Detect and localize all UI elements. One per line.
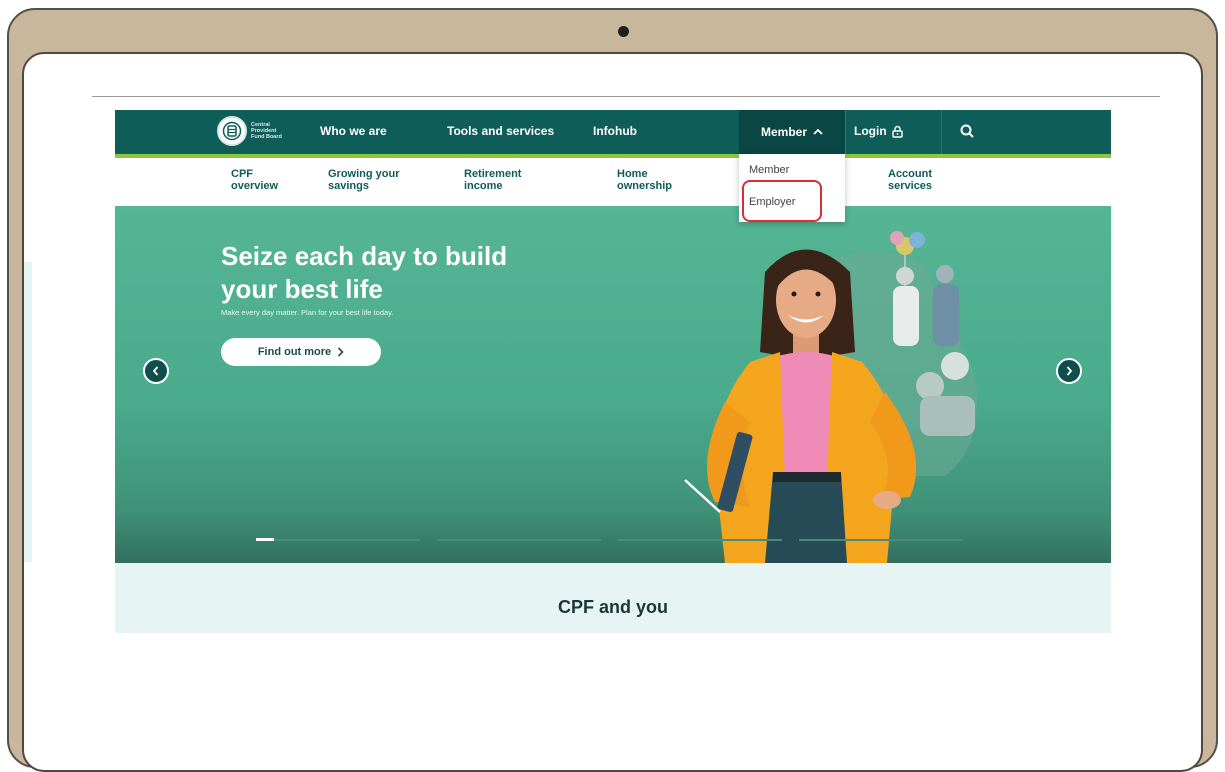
hero-title: Seize each day to build your best life bbox=[221, 240, 581, 306]
logo-line: Fund Board bbox=[251, 134, 282, 140]
employer-highlight-outline bbox=[742, 180, 822, 222]
nav-tools-and-services[interactable]: Tools and services bbox=[447, 124, 554, 138]
chevron-right-icon bbox=[1066, 366, 1073, 376]
subnav-label: overview bbox=[231, 180, 279, 192]
hero-subtitle: Make every day matter. Plan for your bes… bbox=[221, 308, 394, 317]
hero-title-line: Seize each day to build bbox=[221, 241, 508, 271]
subnav-label: Account bbox=[888, 168, 932, 180]
cpf-and-you-section: CPF and you bbox=[115, 563, 1111, 633]
subnav-label: CPF bbox=[231, 168, 253, 180]
hero-woman-image bbox=[684, 249, 917, 563]
chevron-left-icon bbox=[152, 366, 159, 376]
carousel-indicator-3[interactable] bbox=[618, 539, 782, 541]
main-navbar: Central Provident Fund Board Who we are … bbox=[115, 110, 1111, 158]
carousel-indicator-2[interactable] bbox=[437, 539, 601, 541]
carousel-prev-button[interactable] bbox=[143, 358, 169, 384]
nav-separator bbox=[941, 110, 942, 154]
cpf-logo[interactable]: Central Provident Fund Board bbox=[217, 116, 282, 146]
search-icon[interactable] bbox=[960, 124, 974, 138]
nav-who-we-are[interactable]: Who we are bbox=[320, 124, 387, 138]
login-button[interactable]: Login bbox=[854, 124, 903, 138]
carousel-indicator-1[interactable] bbox=[256, 539, 420, 541]
subnav-label: services bbox=[888, 180, 933, 192]
subnav-label: income bbox=[464, 180, 503, 192]
divider bbox=[92, 96, 1160, 97]
subnav-label: Home bbox=[617, 168, 648, 180]
section-title: CPF and you bbox=[557, 597, 668, 617]
laptop-bezel: Central Provident Fund Board Who we are … bbox=[7, 8, 1218, 772]
login-label: Login bbox=[854, 124, 887, 138]
subnav-label: Retirement bbox=[464, 168, 522, 180]
subnav-cpf-overview[interactable]: CPF overview bbox=[231, 168, 331, 192]
chevron-up-icon bbox=[813, 128, 823, 135]
dropdown-item-member[interactable]: Member bbox=[749, 164, 789, 176]
camera-dot bbox=[618, 26, 629, 37]
member-dropdown-menu: Member Employer bbox=[739, 154, 845, 222]
member-label: Member bbox=[760, 125, 807, 139]
subnav-growing-your-savings[interactable]: Growing your savings bbox=[328, 168, 428, 192]
laptop-screen: Central Provident Fund Board Who we are … bbox=[22, 52, 1203, 772]
subnav-retirement-income[interactable]: Retirement income bbox=[464, 168, 564, 192]
nav-infohub[interactable]: Infohub bbox=[593, 124, 637, 138]
carousel-indicator-4[interactable] bbox=[799, 539, 963, 541]
subnav-label: ownership bbox=[617, 180, 673, 192]
subnav-home-ownership[interactable]: Home ownership bbox=[617, 168, 717, 192]
carousel-next-button[interactable] bbox=[1056, 358, 1082, 384]
hero-title-line: your best life bbox=[221, 274, 383, 304]
carousel-indicator-active bbox=[256, 538, 274, 541]
hero-banner: Seize each day to build your best life M… bbox=[115, 206, 1111, 563]
nav-member-tab[interactable]: Member bbox=[739, 110, 845, 154]
subnav-account-services[interactable]: Account services bbox=[888, 168, 988, 192]
cpf-seal-icon bbox=[217, 116, 247, 146]
find-out-more-button[interactable]: Find out more bbox=[221, 338, 381, 366]
left-accent-strip bbox=[24, 262, 32, 562]
cta-label: Find out more bbox=[257, 346, 332, 358]
nav-separator bbox=[845, 110, 846, 154]
chevron-right-icon bbox=[338, 347, 344, 357]
lock-icon bbox=[891, 125, 903, 138]
subnav-label: savings bbox=[328, 180, 369, 192]
logo-text: Central Provident Fund Board bbox=[251, 122, 282, 140]
sub-navbar: CPF overview Growing your savings Retire… bbox=[115, 158, 1111, 206]
subnav-label: Growing your bbox=[328, 168, 400, 180]
